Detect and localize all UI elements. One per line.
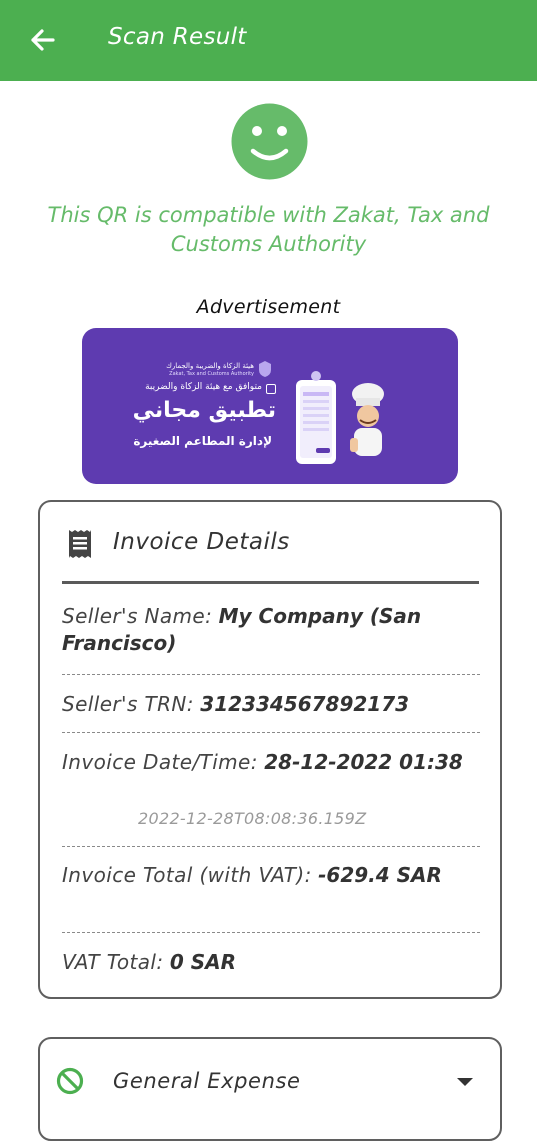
invoice-total-label: Invoice Total (with VAT):: [62, 863, 312, 887]
invoice-details-title: Invoice Details: [113, 529, 290, 555]
ad-logo-english: Zakat, Tax and Customs Authority: [169, 371, 254, 377]
ad-logo-arabic: هيئة الزكاة والضريبة والجمارك: [166, 362, 254, 370]
check-icon: [266, 384, 276, 394]
receipt-icon: [69, 530, 91, 558]
invoice-date-label: Invoice Date/Time:: [62, 750, 258, 774]
seller-trn-label: Seller's TRN:: [62, 692, 194, 716]
invoice-date-value: 28-12-2022 01:38: [264, 750, 463, 774]
expense-category-dropdown[interactable]: General Expense: [38, 1037, 502, 1141]
expense-category-label: General Expense: [113, 1069, 301, 1093]
vat-total-row: VAT Total: 0 SAR: [62, 949, 482, 976]
caret-down-icon[interactable]: [457, 1078, 473, 1086]
invoice-date-iso: 2022-12-28T08:08:36.159Z: [138, 809, 367, 828]
ad-text-line2: تطبيق مجاني: [132, 398, 276, 423]
dashed-divider: [62, 932, 480, 933]
ad-text-line1: متوافق مع هيئة الزكاة والضريبة: [145, 382, 262, 392]
invoice-total-value: -629.4 SAR: [318, 863, 442, 887]
dashed-divider: [62, 732, 480, 733]
invoice-date-row: Invoice Date/Time: 28-12-2022 01:38: [62, 749, 482, 776]
advertisement-label: Advertisement: [196, 296, 341, 318]
smiley-icon: [231, 103, 308, 180]
vat-total-value: 0 SAR: [169, 950, 237, 974]
advertisement-banner[interactable]: هيئة الزكاة والضريبة والجمارك Zakat, Tax…: [82, 328, 458, 484]
invoice-total-row: Invoice Total (with VAT): -629.4 SAR: [62, 862, 482, 889]
app-bar: Scan Result: [0, 0, 537, 81]
arrow-left-icon: [31, 29, 55, 51]
seller-name-label: Seller's Name:: [62, 604, 213, 628]
header-divider: [62, 581, 479, 584]
dashed-divider: [62, 674, 480, 675]
block-icon: [56, 1067, 84, 1095]
invoice-details-card: Invoice Details Seller's Name: My Compan…: [38, 500, 502, 999]
vat-total-label: VAT Total:: [62, 950, 164, 974]
seller-trn-value: 312334567892173: [200, 692, 410, 716]
seller-trn-row: Seller's TRN: 312334567892173: [62, 691, 482, 718]
zatca-logo-icon: [259, 361, 271, 377]
chef-illustration: [350, 383, 384, 456]
dashed-divider: [62, 846, 480, 847]
ad-text-line3: لإدارة المطاعم الصغيرة: [133, 434, 272, 448]
compatibility-message: This QR is compatible with Zakat, Tax an…: [47, 203, 490, 256]
page-title: Scan Result: [108, 24, 247, 50]
back-button[interactable]: [22, 20, 62, 60]
seller-name-row: Seller's Name: My Company (San Francisco…: [62, 603, 482, 657]
